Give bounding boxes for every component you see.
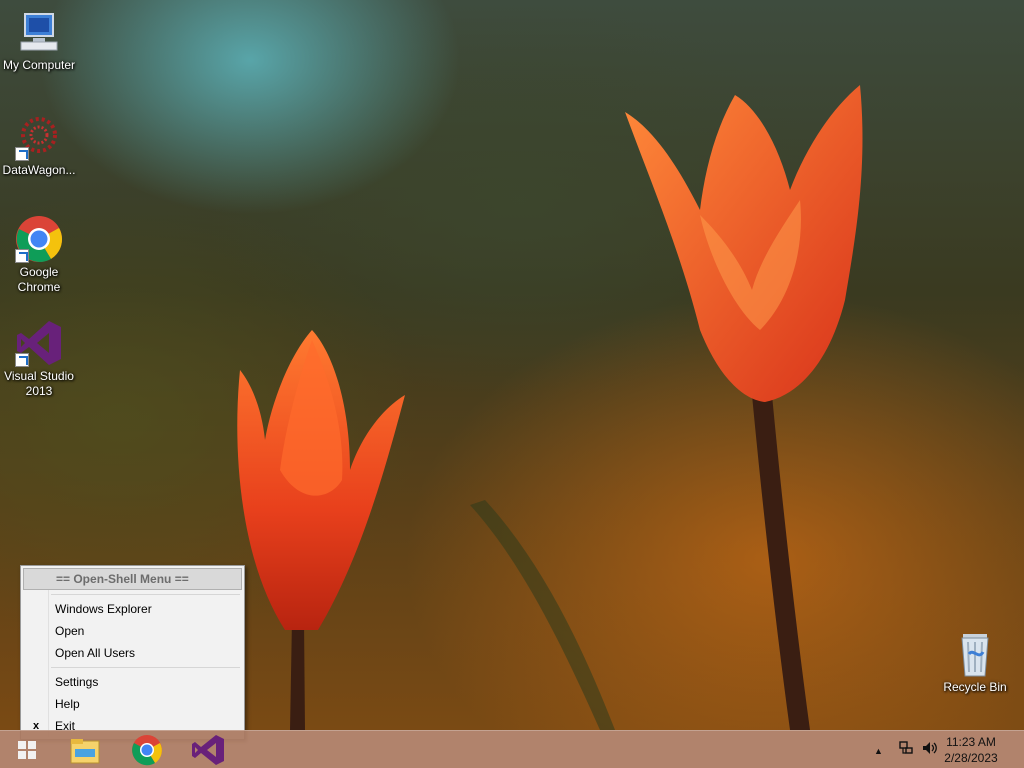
desktop-icon-my-computer[interactable]: My Computer bbox=[0, 8, 79, 73]
menu-item-settings[interactable]: Settings bbox=[23, 671, 242, 693]
menu-header: == Open-Shell Menu == bbox=[23, 568, 242, 590]
computer-icon bbox=[15, 8, 63, 56]
start-button[interactable] bbox=[7, 733, 47, 767]
open-shell-context-menu: == Open-Shell Menu == Windows Explorer O… bbox=[20, 565, 245, 740]
desktop-icon-label: Visual Studio 2013 bbox=[4, 369, 74, 398]
taskbar-clock[interactable]: 11:23 AM 2/28/2023 bbox=[936, 734, 1006, 766]
menu-separator bbox=[51, 594, 240, 595]
taskbar-file-explorer-button[interactable] bbox=[65, 733, 105, 767]
shortcut-arrow-icon bbox=[15, 249, 29, 263]
visual-studio-icon bbox=[15, 319, 63, 367]
desktop-icon-label: Recycle Bin bbox=[943, 680, 1007, 694]
desktop-icon-visual-studio[interactable]: Visual Studio 2013 bbox=[0, 319, 79, 399]
network-tray-button[interactable] bbox=[898, 740, 914, 768]
clock-time: 11:23 AM bbox=[946, 735, 996, 749]
shortcut-arrow-icon bbox=[15, 147, 29, 161]
menu-item-help[interactable]: Help bbox=[23, 693, 242, 715]
chrome-icon bbox=[132, 735, 162, 766]
desktop-icon-label: DataWagon... bbox=[2, 163, 76, 177]
menu-item-windows-explorer[interactable]: Windows Explorer bbox=[23, 598, 242, 620]
network-icon bbox=[899, 741, 913, 754]
file-explorer-icon bbox=[70, 739, 100, 764]
datawagon-icon bbox=[15, 113, 63, 161]
show-hidden-icons-button[interactable]: ▲ bbox=[874, 743, 883, 768]
desktop-icon-label: My Computer bbox=[2, 58, 76, 72]
menu-item-open-all-users[interactable]: Open All Users bbox=[23, 642, 242, 664]
show-hidden-icons-icon: ▲ bbox=[874, 746, 883, 756]
desktop-icon-google-chrome[interactable]: Google Chrome bbox=[0, 215, 79, 295]
menu-separator bbox=[51, 667, 240, 668]
clock-date: 2/28/2023 bbox=[944, 751, 998, 765]
chrome-icon bbox=[15, 215, 63, 263]
menu-item-open[interactable]: Open bbox=[23, 620, 242, 642]
recycle-bin-icon bbox=[951, 630, 999, 678]
desktop-icon-datawagon[interactable]: DataWagon... bbox=[0, 113, 79, 178]
desktop-icon-recycle-bin[interactable]: Recycle Bin bbox=[935, 630, 1015, 695]
start-icon bbox=[18, 741, 36, 759]
shortcut-arrow-icon bbox=[15, 353, 29, 367]
desktop-icon-label: Google Chrome bbox=[17, 265, 61, 294]
taskbar: ▲ 11:23 AM 2/28/2023 bbox=[0, 730, 1024, 768]
taskbar-chrome-button[interactable] bbox=[127, 733, 167, 767]
taskbar-visual-studio-button[interactable] bbox=[188, 733, 228, 767]
visual-studio-icon bbox=[192, 735, 224, 765]
